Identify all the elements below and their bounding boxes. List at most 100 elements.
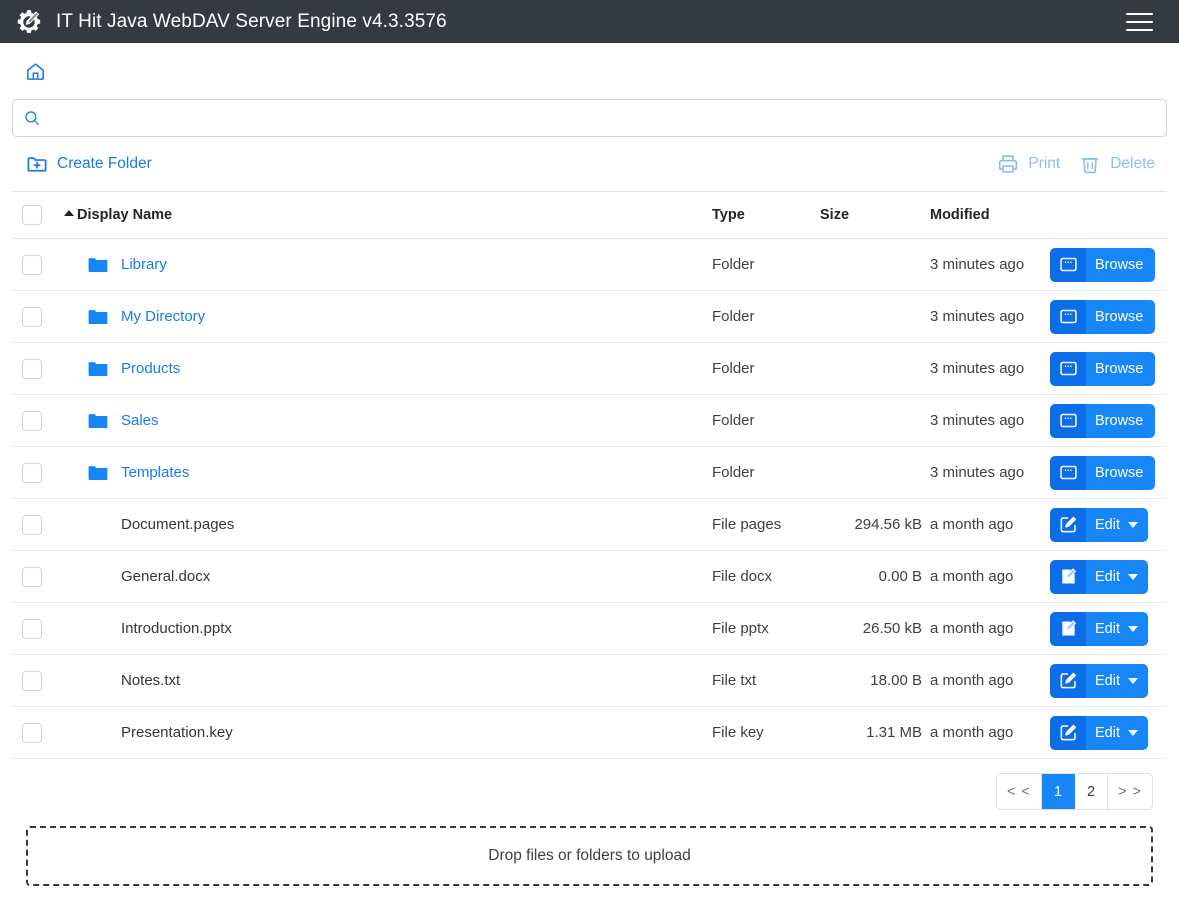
edit-dropdown-toggle[interactable]	[1128, 507, 1148, 542]
create-folder-label: Create Folder	[57, 155, 152, 172]
browse-button-icon-part[interactable]	[1050, 299, 1086, 334]
column-header-size[interactable]: Size	[820, 191, 930, 239]
search-bar[interactable]	[12, 99, 1167, 137]
chevron-down-icon	[1128, 521, 1138, 528]
pagination-page[interactable]: 2	[1075, 774, 1109, 809]
edit-button-icon-part[interactable]	[1050, 507, 1086, 542]
folder-link[interactable]: Templates	[121, 464, 189, 481]
edit-button-label[interactable]: Edit	[1086, 507, 1128, 542]
folder-icon	[88, 465, 108, 480]
brand[interactable]: IT Hit Java WebDAV Server Engine v4.3.35…	[14, 7, 447, 37]
select-all-header	[12, 191, 64, 239]
table-row: Notes.txt File txt 18.00 Ba month ago Edit	[12, 654, 1167, 707]
row-modified-cell: 3 minutes ago	[930, 342, 1050, 395]
hamburger-menu-icon[interactable]	[1116, 7, 1162, 37]
select-all-checkbox[interactable]	[22, 205, 42, 225]
row-checkbox[interactable]	[22, 462, 42, 483]
browse-button[interactable]: Browse	[1050, 455, 1156, 490]
row-action-cell: Browse	[1050, 290, 1167, 343]
row-type-cell: Folder	[712, 394, 820, 447]
action-cell: Edit	[1050, 611, 1167, 646]
column-header-display-name-label: Display Name	[77, 207, 173, 223]
folder-link[interactable]: Sales	[121, 412, 159, 429]
row-select-cell	[12, 290, 64, 343]
browse-button-label[interactable]: Browse	[1086, 351, 1156, 386]
row-checkbox[interactable]	[22, 722, 42, 743]
action-cell: Browse	[1050, 455, 1167, 490]
row-checkbox[interactable]	[22, 358, 42, 379]
edit-button-icon-part[interactable]	[1050, 663, 1086, 698]
edit-dropdown-toggle[interactable]	[1128, 611, 1148, 646]
edit-button[interactable]: Edit	[1050, 611, 1148, 646]
column-header-modified-label: Modified	[930, 207, 990, 223]
browse-button-label[interactable]: Browse	[1086, 403, 1156, 438]
dropzone-label: Drop files or folders to upload	[488, 847, 691, 864]
edit-button-icon-part[interactable]	[1050, 611, 1086, 646]
table-row: Presentation.key File key 1.31 MB a month a…	[12, 706, 1167, 759]
toolbar-actions: Print Delete	[997, 153, 1155, 175]
row-modified-cell: a month ago	[930, 654, 1050, 707]
action-cell: Browse	[1050, 351, 1167, 386]
edit-dropdown-toggle[interactable]	[1128, 663, 1148, 698]
table-row: Library Folder 3 minutes ago Browse	[12, 238, 1167, 291]
row-checkbox[interactable]	[22, 670, 42, 691]
row-size-cell	[820, 238, 930, 291]
create-folder-button[interactable]: Create Folder	[26, 153, 152, 175]
folder-link[interactable]: My Directory	[121, 308, 205, 325]
edit-button[interactable]: Edit	[1050, 715, 1148, 750]
browse-button-icon-part[interactable]	[1050, 247, 1086, 282]
browse-button-icon-part[interactable]	[1050, 455, 1086, 490]
table-body: Library Folder 3 minutes ago Browse My Direc…	[12, 238, 1167, 759]
column-header-display-name[interactable]: Display Name	[64, 191, 712, 239]
browser-window-icon	[1059, 465, 1077, 480]
edit-button[interactable]: Edit	[1050, 507, 1148, 542]
edit-button[interactable]: Edit	[1050, 663, 1148, 698]
row-size-cell: 294.56 kB	[820, 498, 930, 551]
browse-button-icon-part[interactable]	[1050, 403, 1086, 438]
edit-button-label[interactable]: Edit	[1086, 611, 1128, 646]
home-icon[interactable]	[25, 61, 46, 82]
edit-button-icon-part[interactable]	[1050, 715, 1086, 750]
row-checkbox[interactable]	[22, 618, 42, 639]
row-checkbox[interactable]	[22, 254, 42, 275]
row-checkbox[interactable]	[22, 306, 42, 327]
row-action-cell: Edit	[1050, 602, 1167, 655]
row-checkbox[interactable]	[22, 410, 42, 431]
browse-button[interactable]: Browse	[1050, 351, 1156, 386]
row-type-cell: File key	[712, 706, 820, 759]
edit-button[interactable]: Edit	[1050, 559, 1148, 594]
browse-button-icon-part[interactable]	[1050, 351, 1086, 386]
edit-dropdown-toggle[interactable]	[1128, 715, 1148, 750]
search-input[interactable]	[49, 100, 1156, 136]
table-row: Introduction.pptx File pptx 26.50 kB a mont…	[12, 602, 1167, 655]
browse-button[interactable]: Browse	[1050, 403, 1156, 438]
browse-button-label[interactable]: Browse	[1086, 299, 1156, 334]
folder-link[interactable]: Products	[121, 360, 180, 377]
row-checkbox[interactable]	[22, 566, 42, 587]
folder-link[interactable]: Library	[121, 256, 167, 273]
edit-button-label[interactable]: Edit	[1086, 559, 1128, 594]
edit-button-label[interactable]: Edit	[1086, 663, 1128, 698]
hamburger-bar	[1125, 12, 1153, 15]
column-header-type[interactable]: Type	[712, 191, 820, 239]
browse-button-label[interactable]: Browse	[1086, 455, 1156, 490]
column-header-modified[interactable]: Modified	[930, 191, 1050, 239]
row-checkbox[interactable]	[22, 514, 42, 535]
row-name-cell: Templates	[64, 446, 712, 499]
row-select-cell	[12, 394, 64, 447]
browse-button[interactable]: Browse	[1050, 247, 1156, 282]
edit-dropdown-toggle[interactable]	[1128, 559, 1148, 594]
row-select-cell	[12, 238, 64, 291]
print-button[interactable]: Print	[997, 153, 1060, 175]
edit-button-label[interactable]: Edit	[1086, 715, 1128, 750]
file-dropzone[interactable]: Drop files or folders to upload	[26, 826, 1153, 886]
browse-button-label[interactable]: Browse	[1086, 247, 1156, 282]
pagination-last[interactable]: > >	[1108, 774, 1152, 809]
delete-button[interactable]: Delete	[1079, 153, 1155, 175]
pagination-page[interactable]: 1	[1042, 774, 1076, 809]
pagination-first[interactable]: < <	[997, 774, 1043, 809]
action-cell: Edit	[1050, 507, 1167, 542]
edit-button-icon-part[interactable]	[1050, 559, 1086, 594]
browse-button[interactable]: Browse	[1050, 299, 1156, 334]
row-type-cell: File docx	[712, 550, 820, 603]
